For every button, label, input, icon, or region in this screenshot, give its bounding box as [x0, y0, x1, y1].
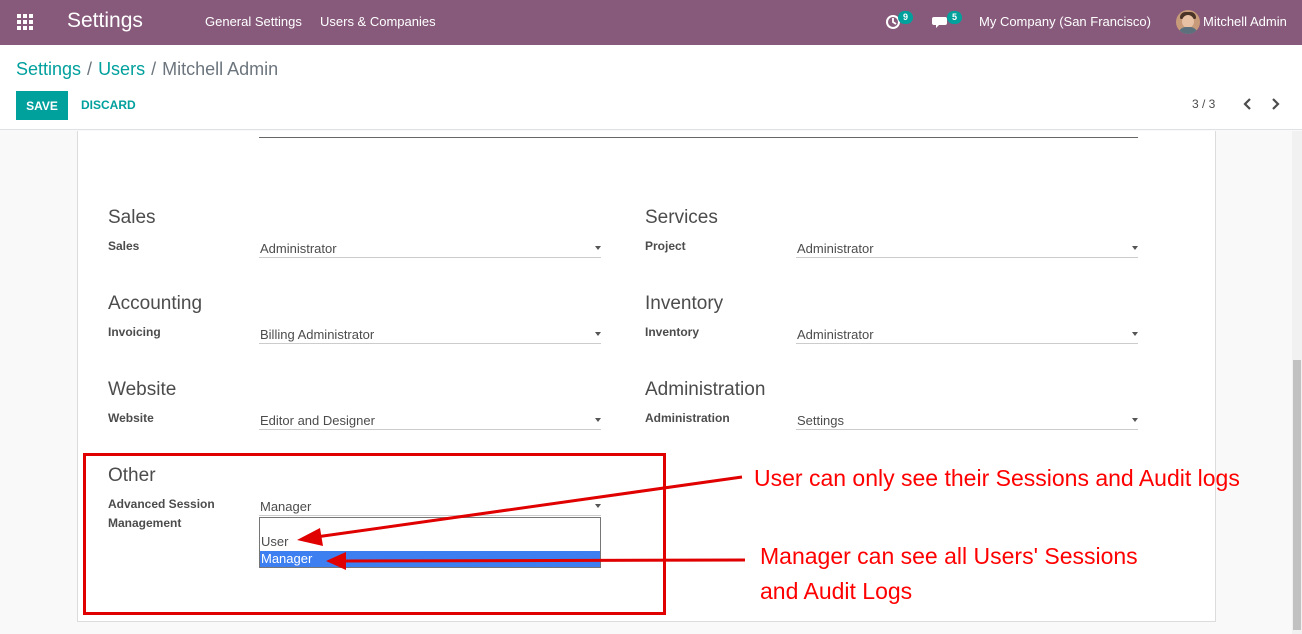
- caret-down-icon: [1132, 418, 1138, 422]
- field-label-sales: Sales: [108, 239, 140, 253]
- field-label-inventory: Inventory: [645, 325, 700, 339]
- user-menu[interactable]: Mitchell Admin: [1203, 14, 1287, 29]
- select-value: Editor and Designer: [260, 413, 375, 428]
- breadcrumb-current: Mitchell Admin: [162, 59, 279, 79]
- control-panel: Settings / Users / Mitchell Admin SAVE DISCA…: [0, 45, 1302, 130]
- scrollbar-thumb[interactable]: [1293, 360, 1301, 630]
- select-website[interactable]: Editor and Designer: [259, 410, 601, 430]
- caret-down-icon: [595, 246, 601, 250]
- select-value: Administrator: [260, 241, 337, 256]
- pager-value: 3 / 3: [1192, 97, 1216, 111]
- select-value: Settings: [797, 413, 844, 428]
- annotation-user-note: User can only see their Sessions and Aud…: [754, 465, 1240, 491]
- apps-grid-icon[interactable]: [17, 14, 33, 30]
- group-title-sales: Sales: [108, 207, 156, 228]
- menu-users-companies[interactable]: Users & Companies: [320, 14, 436, 29]
- group-title-inventory: Inventory: [645, 293, 724, 314]
- breadcrumb-settings[interactable]: Settings: [16, 59, 81, 79]
- messages-badge: 5: [947, 11, 962, 24]
- annotation-highlight-box: [83, 453, 666, 615]
- group-title-administration: Administration: [645, 379, 766, 400]
- select-sales[interactable]: Administrator: [259, 238, 601, 258]
- app-title[interactable]: Settings: [67, 9, 143, 33]
- discard-button[interactable]: DISCARD: [81, 98, 136, 112]
- activity-badge: 9: [898, 11, 913, 24]
- caret-down-icon: [1132, 246, 1138, 250]
- caret-down-icon: [1132, 332, 1138, 336]
- group-title-website: Website: [108, 379, 177, 400]
- user-avatar[interactable]: [1176, 10, 1200, 34]
- annotation-manager-note: and Audit Logs: [760, 578, 913, 604]
- field-label-invoicing: Invoicing: [108, 325, 161, 339]
- select-value: Administrator: [797, 327, 874, 342]
- select-value: Billing Administrator: [260, 327, 375, 342]
- group-title-accounting: Accounting: [108, 293, 203, 314]
- breadcrumb-separator: /: [87, 59, 93, 79]
- breadcrumb-users[interactable]: Users: [98, 59, 145, 79]
- select-project[interactable]: Administrator: [796, 238, 1138, 258]
- field-label-administration: Administration: [645, 411, 730, 425]
- save-button[interactable]: SAVE: [16, 91, 68, 120]
- field-label-project: Project: [645, 239, 686, 253]
- field-underline: [259, 137, 1138, 138]
- breadcrumb: Settings / Users / Mitchell Admin: [16, 59, 278, 80]
- annotation-manager-note: Manager can see all Users' Sessions: [760, 543, 1138, 569]
- select-administration[interactable]: Settings: [796, 410, 1138, 430]
- company-switcher[interactable]: My Company (San Francisco): [979, 14, 1151, 29]
- menu-general-settings[interactable]: General Settings: [205, 14, 302, 29]
- select-invoicing[interactable]: Billing Administrator: [259, 324, 601, 344]
- pager-next-icon[interactable]: [1268, 96, 1282, 112]
- caret-down-icon: [595, 332, 601, 336]
- select-inventory[interactable]: Administrator: [796, 324, 1138, 344]
- select-value: Administrator: [797, 241, 874, 256]
- breadcrumb-separator: /: [151, 59, 157, 79]
- group-title-services: Services: [645, 207, 718, 228]
- top-navbar: Settings General Settings Users & Compan…: [0, 0, 1302, 45]
- field-label-website: Website: [108, 411, 154, 425]
- caret-down-icon: [595, 418, 601, 422]
- pager-previous-icon[interactable]: [1241, 96, 1255, 112]
